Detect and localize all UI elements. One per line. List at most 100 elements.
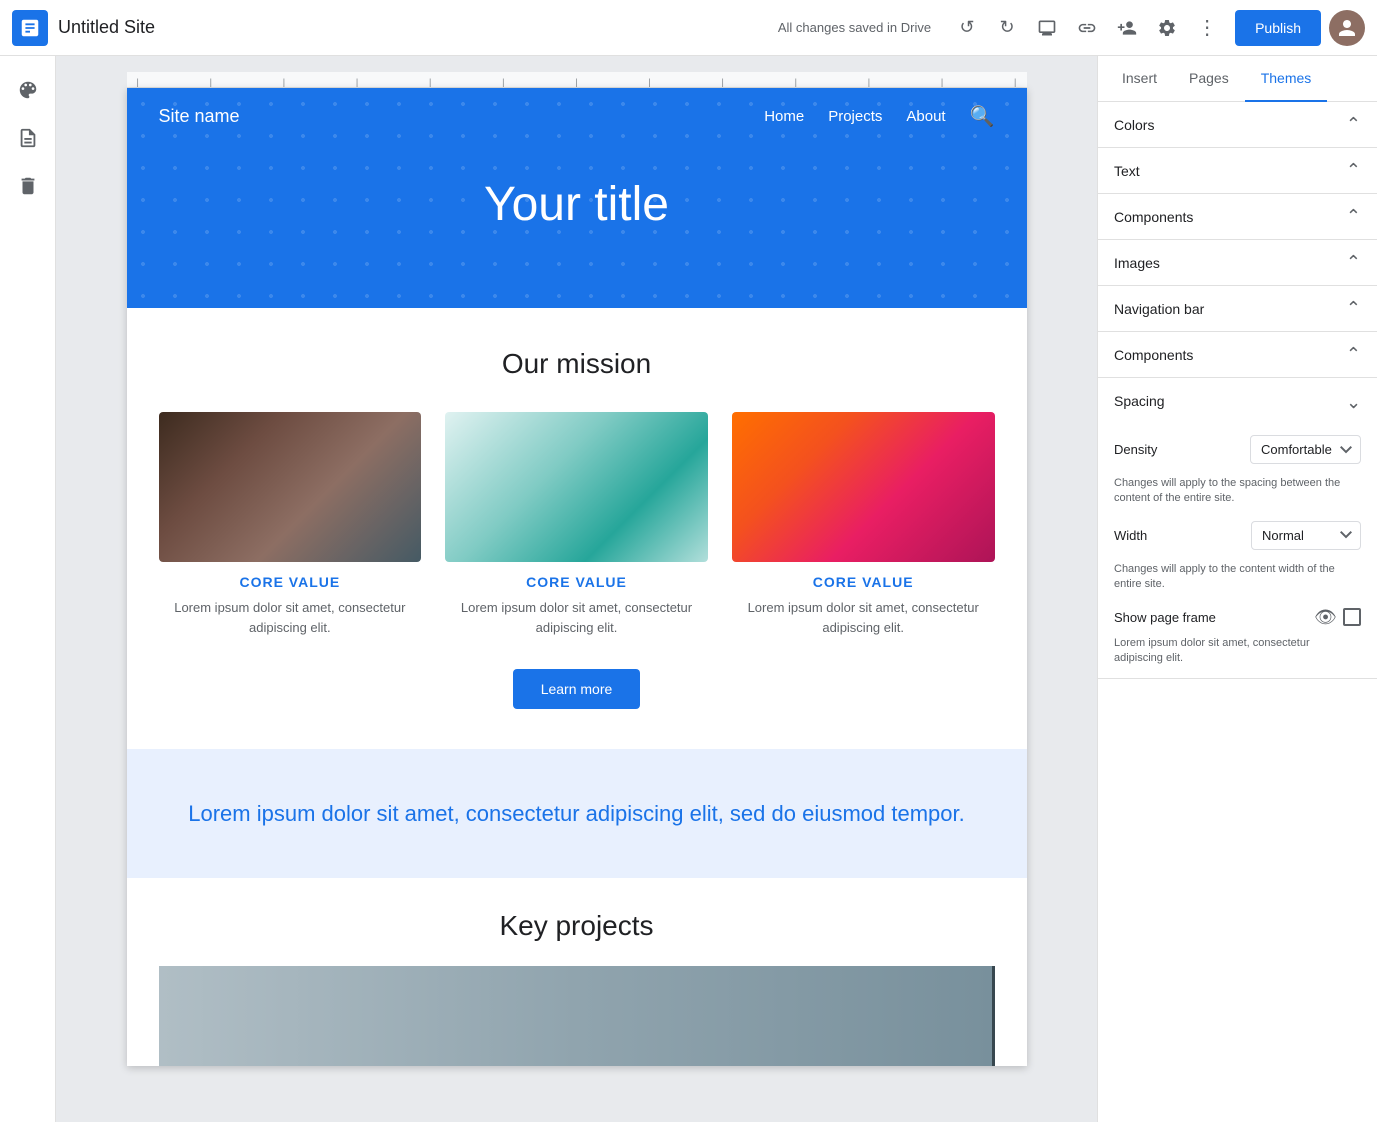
mission-title: Our mission (159, 348, 995, 380)
preview-button[interactable] (1029, 10, 1065, 46)
card-3: CORE VALUE Lorem ipsum dolor sit amet, c… (732, 412, 995, 637)
images-title: Images (1114, 255, 1160, 271)
delete-button[interactable] (6, 164, 50, 208)
show-page-frame-label: Show page frame (1114, 610, 1216, 625)
person-add-icon (1117, 18, 1137, 38)
tab-themes[interactable]: Themes (1245, 56, 1328, 102)
spacing-header[interactable]: Spacing ⌃ (1098, 378, 1377, 423)
colors-header[interactable]: Colors ⌃ (1098, 102, 1377, 147)
more-options-button[interactable]: ⋮ (1189, 10, 1225, 46)
spacing-chevron-icon: ⌃ (1346, 390, 1361, 411)
add-user-button[interactable] (1109, 10, 1145, 46)
show-page-frame-row: Show page frame 👁 (1114, 607, 1361, 628)
components-2-header[interactable]: Components ⌃ (1098, 332, 1377, 377)
card-2-text: Lorem ipsum dolor sit amet, consectetur … (445, 598, 708, 637)
avatar-icon (1335, 16, 1359, 40)
card-1-text: Lorem ipsum dolor sit amet, consectetur … (159, 598, 422, 637)
card-3-text: Lorem ipsum dolor sit amet, consectetur … (732, 598, 995, 637)
colors-chevron-icon: ⌃ (1346, 114, 1361, 135)
text-chevron-icon: ⌃ (1346, 160, 1361, 181)
saved-status: All changes saved in Drive (778, 20, 931, 35)
card-2: CORE VALUE Lorem ipsum dolor sit amet, c… (445, 412, 708, 637)
ruler: ||||||||||||| (127, 72, 1027, 88)
components-section-2: Components ⌃ (1098, 332, 1377, 378)
images-chevron-icon: ⌃ (1346, 252, 1361, 273)
link-icon (1077, 18, 1097, 38)
quote-section: Lorem ipsum dolor sit amet, consectetur … (127, 749, 1027, 878)
link-button[interactable] (1069, 10, 1105, 46)
right-panel: Insert Pages Themes Colors ⌃ Text ⌃ Comp… (1097, 56, 1377, 1122)
navigation-bar-header[interactable]: Navigation bar ⌃ (1098, 286, 1377, 331)
monitor-icon (1037, 18, 1057, 38)
text-section: Text ⌃ (1098, 148, 1377, 194)
images-header[interactable]: Images ⌃ (1098, 240, 1377, 285)
card-2-image (445, 412, 708, 562)
density-row: Density Comfortable Compact Spacious (1114, 435, 1361, 464)
cards-row: CORE VALUE Lorem ipsum dolor sit amet, c… (159, 412, 995, 637)
components-2-chevron-icon: ⌃ (1346, 344, 1361, 365)
colors-title: Colors (1114, 117, 1154, 133)
settings-button[interactable] (1149, 10, 1185, 46)
frame-controls: 👁 (1314, 607, 1361, 628)
card-1: CORE VALUE Lorem ipsum dolor sit amet, c… (159, 412, 422, 637)
text-title: Text (1114, 163, 1140, 179)
nav-home[interactable]: Home (764, 108, 804, 125)
components-1-title: Components (1114, 209, 1193, 225)
spacing-section: Spacing ⌃ Density Comfortable Compact Sp… (1098, 378, 1377, 679)
navigation-bar-chevron-icon: ⌃ (1346, 298, 1361, 319)
tab-pages[interactable]: Pages (1173, 56, 1245, 102)
publish-button[interactable]: Publish (1235, 10, 1321, 46)
hero-title: Your title (127, 145, 1027, 280)
mission-section: Our mission CORE VALUE Lorem ipsum dolor… (127, 308, 1027, 749)
card-1-image (159, 412, 422, 562)
width-hint: Changes will apply to the content width … (1114, 562, 1361, 593)
text-header[interactable]: Text ⌃ (1098, 148, 1377, 193)
canvas-site-name: Site name (159, 106, 765, 127)
app-logo (12, 10, 48, 46)
card-3-title: CORE VALUE (732, 574, 995, 590)
avatar[interactable] (1329, 10, 1365, 46)
width-row: Width Normal Narrow Wide (1114, 521, 1361, 550)
images-section: Images ⌃ (1098, 240, 1377, 286)
canvas: Site name Home Projects About 🔍 Your tit… (127, 88, 1027, 1066)
density-hint: Changes will apply to the spacing betwee… (1114, 476, 1361, 507)
palette-button[interactable] (6, 68, 50, 112)
nav-projects[interactable]: Projects (828, 108, 882, 125)
colors-section: Colors ⌃ (1098, 102, 1377, 148)
hero-section: Site name Home Projects About 🔍 Your tit… (127, 88, 1027, 308)
card-3-image (732, 412, 995, 562)
components-2-title: Components (1114, 347, 1193, 363)
nav-search-icon[interactable]: 🔍 (970, 104, 995, 129)
spacing-content: Density Comfortable Compact Spacious Cha… (1098, 423, 1377, 678)
main-layout: ||||||||||||| Site name Home Projects Ab… (0, 56, 1377, 1122)
width-select[interactable]: Normal Narrow Wide (1251, 521, 1361, 550)
pages-icon (17, 127, 39, 149)
pages-button[interactable] (6, 116, 50, 160)
topbar: Untitled Site All changes saved in Drive… (0, 0, 1377, 56)
card-1-title: CORE VALUE (159, 574, 422, 590)
sites-logo-icon (19, 17, 41, 39)
trash-icon (17, 175, 39, 197)
components-section-1: Components ⌃ (1098, 194, 1377, 240)
palette-icon (17, 79, 39, 101)
canvas-area[interactable]: ||||||||||||| Site name Home Projects Ab… (56, 56, 1097, 1122)
nav-about[interactable]: About (906, 108, 945, 125)
projects-section: Key projects (127, 878, 1027, 1066)
undo-button[interactable]: ↺ (949, 10, 985, 46)
tab-insert[interactable]: Insert (1106, 56, 1173, 102)
page-frame-checkbox[interactable] (1343, 608, 1361, 626)
navigation-bar-section: Navigation bar ⌃ (1098, 286, 1377, 332)
spacing-title: Spacing (1114, 393, 1165, 409)
hero-nav: Site name Home Projects About 🔍 (127, 88, 1027, 145)
project-bar (992, 966, 995, 1066)
redo-button[interactable]: ↻ (989, 10, 1025, 46)
learn-more-button[interactable]: Learn more (513, 669, 641, 709)
nav-links: Home Projects About 🔍 (764, 104, 994, 129)
components-1-chevron-icon: ⌃ (1346, 206, 1361, 227)
navigation-bar-title: Navigation bar (1114, 301, 1204, 317)
site-title: Untitled Site (58, 17, 155, 38)
eye-icon[interactable]: 👁 (1314, 607, 1337, 628)
components-1-header[interactable]: Components ⌃ (1098, 194, 1377, 239)
width-label: Width (1114, 528, 1147, 543)
density-select[interactable]: Comfortable Compact Spacious (1250, 435, 1361, 464)
